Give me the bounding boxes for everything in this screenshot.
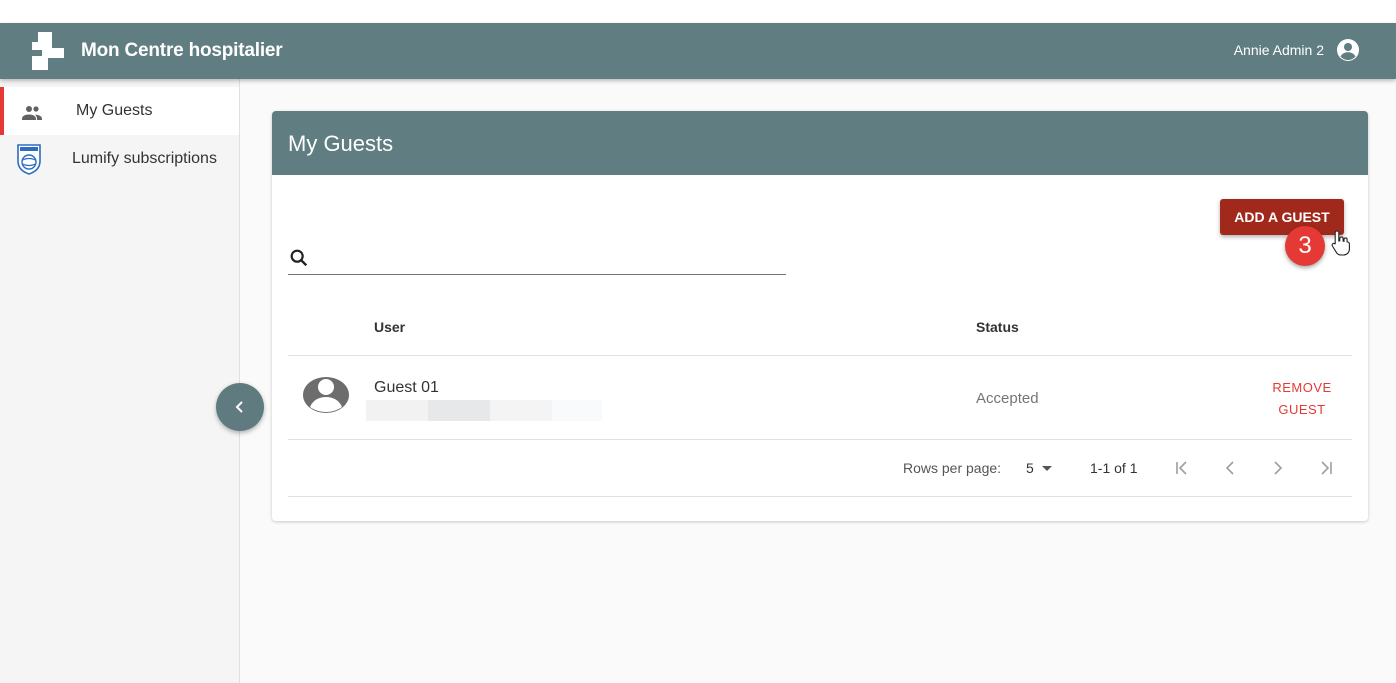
search-field[interactable] bbox=[288, 241, 786, 275]
guest-name: Guest 01 bbox=[374, 379, 439, 396]
philips-shield-icon bbox=[17, 144, 41, 175]
search-icon bbox=[290, 249, 308, 267]
remove-guest-button[interactable]: REMOVE GUEST bbox=[1262, 377, 1342, 421]
sidebar-item-label: Lumify subscriptions bbox=[72, 150, 217, 167]
sidebar-item-my-guests[interactable]: My Guests bbox=[0, 87, 239, 135]
caret-down-icon[interactable] bbox=[1042, 466, 1052, 471]
column-header-user[interactable]: User bbox=[374, 319, 405, 335]
hospital-logo-icon bbox=[32, 32, 64, 70]
table-divider bbox=[288, 355, 1352, 356]
status-value: Accepted bbox=[976, 390, 1039, 407]
collapse-sidebar-button[interactable] bbox=[216, 383, 264, 431]
remove-guest-label-line1: REMOVE bbox=[1272, 380, 1332, 395]
page-range: 1-1 of 1 bbox=[1090, 460, 1138, 476]
card-header: My Guests bbox=[272, 111, 1368, 175]
avatar-icon bbox=[303, 377, 349, 413]
add-guest-button[interactable]: ADD A GUEST bbox=[1220, 199, 1344, 235]
table-divider bbox=[288, 439, 1352, 440]
hand-pointer-icon bbox=[1331, 230, 1350, 256]
people-icon bbox=[22, 106, 42, 120]
sidebar-item-label: My Guests bbox=[76, 102, 153, 119]
redacted-email bbox=[428, 400, 490, 421]
redacted-email bbox=[552, 400, 602, 421]
guests-card: My Guests ADD A GUEST 3 User Status Gues… bbox=[272, 111, 1368, 521]
redacted-email bbox=[366, 400, 428, 421]
app-title: Mon Centre hospitalier bbox=[81, 40, 283, 61]
account-circle-icon[interactable] bbox=[1336, 38, 1360, 62]
remove-guest-label-line2: GUEST bbox=[1278, 402, 1326, 417]
redacted-email bbox=[490, 400, 552, 421]
rows-per-page-select[interactable]: 5 bbox=[1026, 460, 1034, 476]
page-title: My Guests bbox=[288, 131, 394, 156]
table-divider bbox=[288, 496, 1352, 497]
chevron-left-icon bbox=[235, 401, 243, 413]
user-name[interactable]: Annie Admin 2 bbox=[1234, 42, 1324, 58]
first-page-icon[interactable] bbox=[1170, 456, 1194, 480]
rows-per-page-label: Rows per page: bbox=[903, 460, 1002, 476]
search-input[interactable] bbox=[318, 245, 778, 271]
app-bar: Mon Centre hospitalier Annie Admin 2 bbox=[0, 23, 1396, 79]
sidebar: My Guests Lumify subscriptions bbox=[0, 79, 240, 683]
last-page-icon[interactable] bbox=[1314, 456, 1338, 480]
previous-page-icon[interactable] bbox=[1218, 456, 1242, 480]
top-margin bbox=[0, 0, 1396, 23]
step-badge: 3 bbox=[1285, 226, 1325, 266]
sidebar-item-lumify-subscriptions[interactable]: Lumify subscriptions bbox=[0, 135, 239, 183]
column-header-status[interactable]: Status bbox=[976, 319, 1019, 335]
next-page-icon[interactable] bbox=[1266, 456, 1290, 480]
